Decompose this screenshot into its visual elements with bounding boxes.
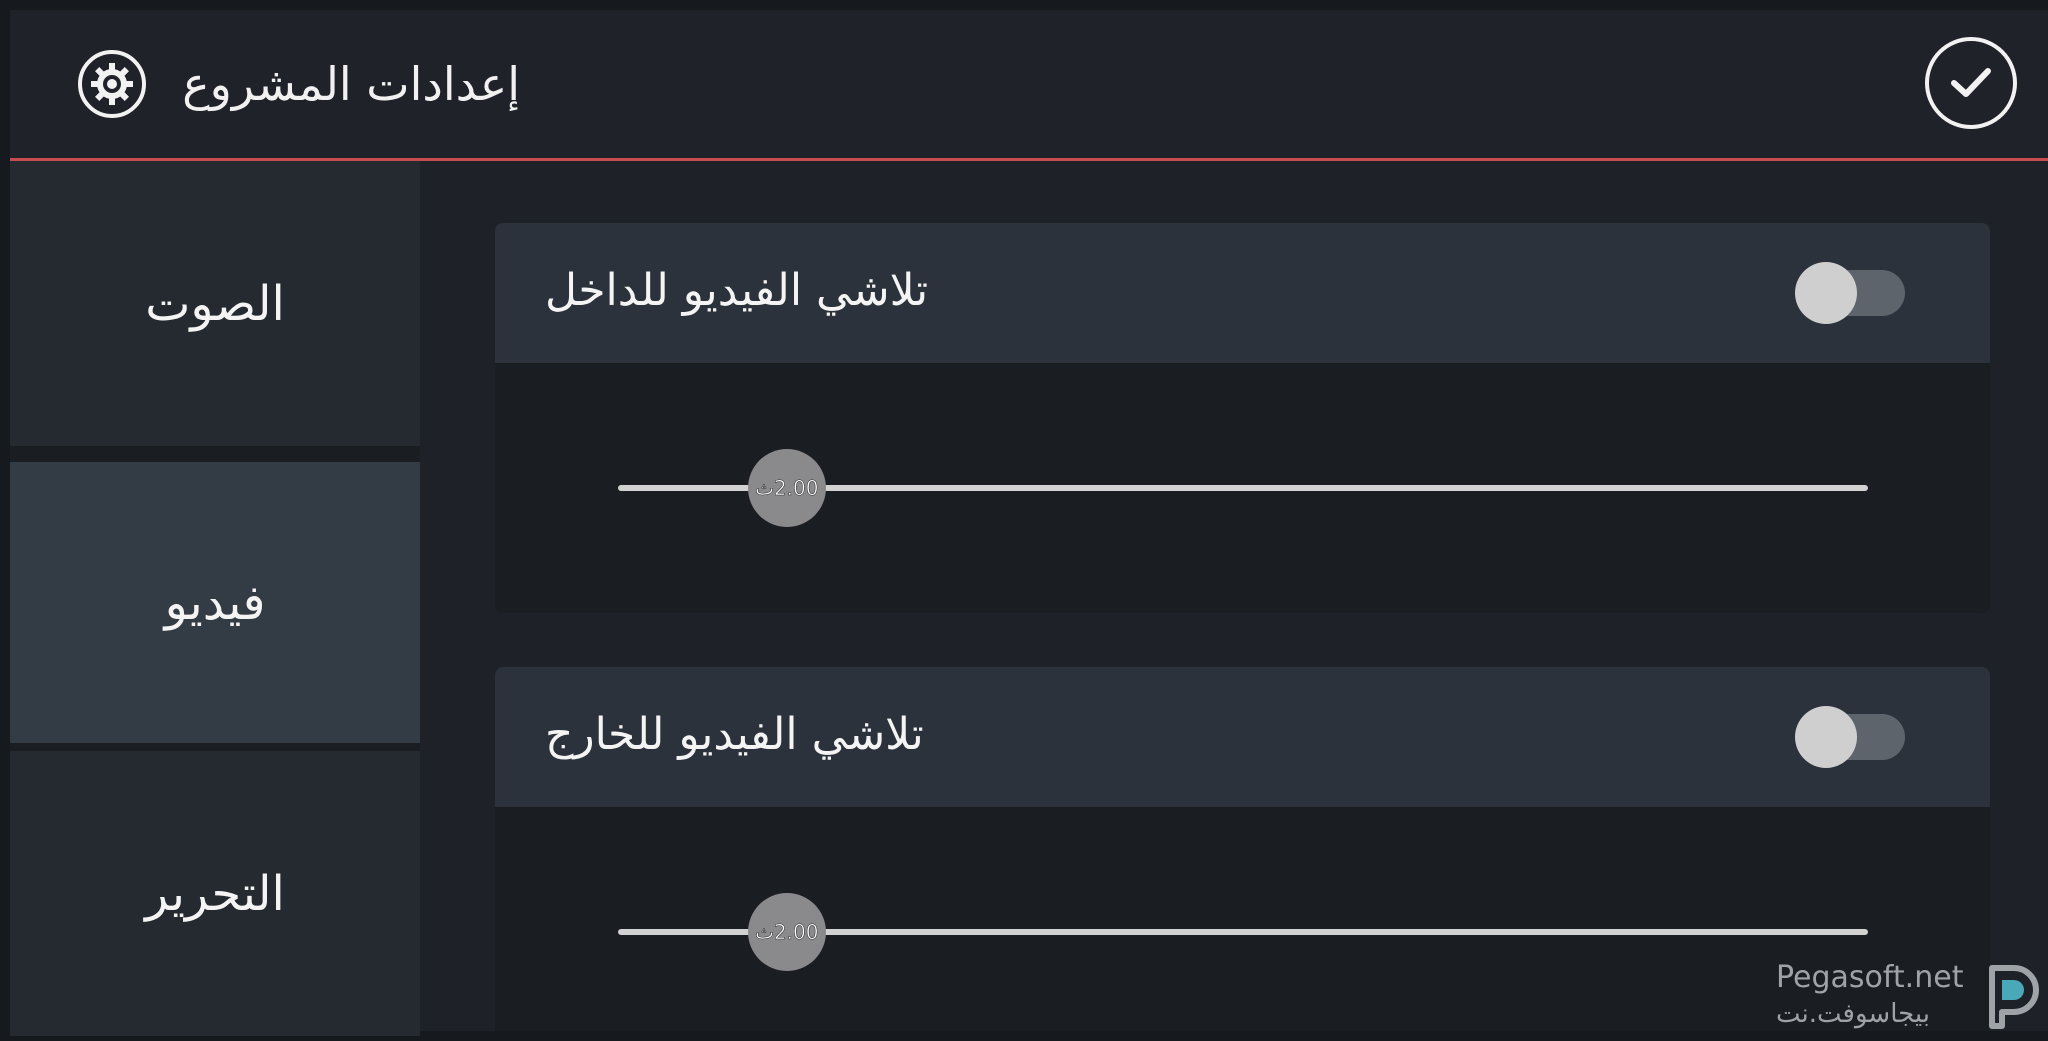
settings-sidebar: الصوت فيديو التحرير bbox=[10, 161, 420, 1036]
slider-thumb[interactable]: 2.00ث bbox=[747, 893, 826, 971]
pegasoft-logo-icon bbox=[1984, 962, 2044, 1036]
watermark-arabic-text: بيجاسوفت.نت bbox=[1776, 999, 1930, 1029]
fade-in-title: تلاشي الفيديو للداخل bbox=[545, 265, 929, 316]
fade-in-duration-slider[interactable]: 2.00ث bbox=[618, 448, 1868, 528]
dialog-header: إعدادات المشروع bbox=[10, 10, 2048, 161]
fade-in-header: تلاشي الفيديو للداخل bbox=[495, 223, 1990, 363]
settings-content: تلاشي الفيديو للداخل 2.00ث تلاشي الفيديو… bbox=[420, 161, 2048, 1031]
confirm-button[interactable] bbox=[1925, 37, 2017, 129]
sidebar-item-label: فيديو bbox=[164, 574, 266, 631]
fade-out-duration-slider[interactable]: 2.00ث bbox=[618, 892, 1868, 972]
sidebar-item-video[interactable]: فيديو bbox=[10, 460, 420, 745]
project-settings-dialog: إعدادات المشروع الصوت فيديو التحرير تلاش… bbox=[10, 10, 2048, 1036]
fade-out-header: تلاشي الفيديو للخارج bbox=[495, 667, 1990, 807]
slider-thumb[interactable]: 2.00ث bbox=[747, 449, 826, 527]
check-icon bbox=[1951, 68, 1991, 97]
fade-in-duration-value: 2.00ث bbox=[755, 476, 819, 501]
watermark: Pegasoft.net بيجاسوفت.نت bbox=[1770, 958, 2048, 1038]
toggle-knob bbox=[1795, 262, 1857, 324]
toggle-knob bbox=[1795, 706, 1857, 768]
fade-out-title: تلاشي الفيديو للخارج bbox=[545, 709, 924, 760]
fade-out-toggle[interactable] bbox=[1795, 706, 1905, 768]
fade-in-card: تلاشي الفيديو للداخل 2.00ث bbox=[495, 223, 1990, 613]
sidebar-item-audio[interactable]: الصوت bbox=[10, 161, 420, 446]
sidebar-item-label: التحرير bbox=[145, 865, 285, 922]
settings-gear-icon bbox=[77, 49, 147, 119]
dialog-title: إعدادات المشروع bbox=[182, 57, 520, 111]
sidebar-item-editing[interactable]: التحرير bbox=[10, 751, 420, 1036]
watermark-latin-text: Pegasoft.net bbox=[1776, 960, 1964, 995]
sidebar-item-label: الصوت bbox=[145, 275, 285, 332]
fade-in-toggle[interactable] bbox=[1795, 262, 1905, 324]
fade-out-duration-value: 2.00ث bbox=[755, 920, 819, 945]
fade-out-card: تلاشي الفيديو للخارج 2.00ث bbox=[495, 667, 1990, 1031]
